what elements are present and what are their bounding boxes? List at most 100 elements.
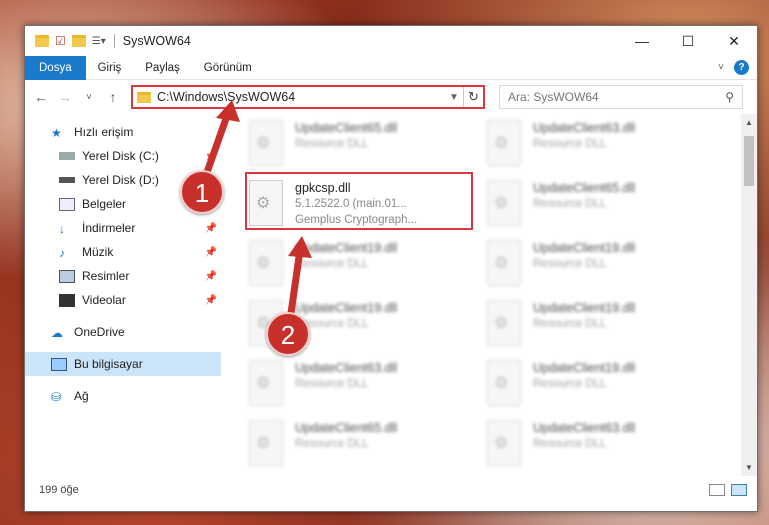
dll-file-icon (487, 300, 521, 346)
pin-icon: 📌 (204, 222, 217, 234)
sidebar-item-label: Resimler (82, 269, 130, 283)
file-name: UpdateClient19.dll (533, 301, 636, 315)
picture-icon (59, 269, 75, 283)
dll-file-icon (487, 180, 521, 226)
sidebar-item-network[interactable]: ⛁ Ağ (25, 384, 221, 408)
file-item[interactable]: UpdateClient63.dll Resource DLL (487, 420, 707, 476)
file-desc: Resource DLL (533, 138, 607, 150)
sidebar-item-label: Bu bilgisayar (74, 357, 143, 371)
recent-locations-button[interactable]: ˅ (79, 92, 99, 103)
file-item[interactable]: UpdateClient19.dll Resource DLL (487, 240, 707, 296)
file-name: UpdateClient19.dll (533, 241, 636, 255)
cloud-icon: ☁ (51, 325, 63, 340)
video-icon (59, 293, 75, 307)
file-item[interactable]: UpdateClient65.dll Resource DLL (487, 180, 707, 236)
dll-file-icon (487, 240, 521, 286)
file-desc: Resource DLL (295, 138, 369, 150)
chevron-down-icon[interactable]: ▼ (445, 92, 463, 103)
quick-access-toolbar: ☑ ☰▾ (35, 34, 106, 48)
search-icon: ⚲ (725, 90, 734, 104)
file-item[interactable]: UpdateClient19.dll Resource DLL (487, 300, 707, 356)
file-item[interactable]: UpdateClient63.dll Resource DLL (249, 360, 469, 416)
maximize-button[interactable]: ☐ (665, 26, 711, 56)
sidebar-item-music[interactable]: ♪ Müzik 📌 (25, 240, 221, 264)
file-item[interactable]: UpdateClient19.dll Resource DLL (487, 360, 707, 416)
sidebar-item-pictures[interactable]: Resimler 📌 (25, 264, 221, 288)
step-2-badge: 2 (266, 312, 310, 356)
sidebar-item-downloads[interactable]: ↓ İndirmeler 📌 (25, 216, 221, 240)
sidebar-item-local-disk-c[interactable]: Yerel Disk (C:) 📌 (25, 144, 221, 168)
sidebar-item-this-pc[interactable]: Bu bilgisayar (25, 352, 221, 376)
pin-icon: 📌 (204, 270, 217, 282)
scroll-down-icon[interactable]: ▼ (741, 463, 757, 472)
file-item[interactable]: UpdateClient65.dll Resource DLL (249, 420, 469, 476)
address-path[interactable]: C:\Windows\SysWOW64 (157, 90, 295, 104)
step-1-badge: 1 (180, 170, 224, 214)
vertical-scrollbar[interactable]: ▲ ▼ (741, 114, 757, 476)
status-bar: 199 öğe (25, 476, 757, 504)
search-input[interactable]: Ara: SysWOW64 ⚲ (499, 85, 743, 109)
sidebar-item-label: Hızlı erişim (74, 125, 134, 139)
tiles-view-icon[interactable] (731, 484, 747, 496)
drive-icon (59, 177, 75, 183)
network-icon: ⛁ (51, 389, 62, 404)
sidebar-item-label: OneDrive (74, 325, 125, 339)
help-icon[interactable]: ? (734, 60, 749, 75)
tab-file[interactable]: Dosya (25, 55, 86, 80)
new-folder-icon[interactable] (71, 35, 86, 47)
file-desc: Resource DLL (295, 438, 369, 450)
file-explorer-window: ☑ ☰▾ SysWOW64 — ☐ ✕ Dosya Giriş Paylaş G… (24, 25, 758, 512)
file-name: UpdateClient65.dll (533, 181, 636, 195)
sidebar-item-label: Müzik (82, 245, 114, 259)
title-bar: ☑ ☰▾ SysWOW64 — ☐ ✕ (25, 26, 757, 56)
minimize-button[interactable]: — (619, 26, 665, 56)
file-name: UpdateClient63.dll (533, 121, 636, 135)
file-item[interactable]: UpdateClient63.dll Resource DLL (487, 120, 707, 176)
dll-file-icon (249, 120, 283, 166)
document-icon (59, 197, 75, 211)
file-item[interactable]: UpdateClient19.dll Resource DLL (249, 240, 469, 296)
dll-file-icon (249, 420, 283, 466)
close-button[interactable]: ✕ (711, 26, 757, 56)
navigation-pane: ★ Hızlı erişim Yerel Disk (C:) 📌 Yerel D… (25, 114, 221, 476)
file-list: UpdateClient65.dll Resource DLL UpdateCli… (221, 114, 741, 476)
dll-file-icon (249, 240, 283, 286)
file-name: UpdateClient65.dll (295, 121, 398, 135)
sidebar-item-label: Yerel Disk (C:) (82, 149, 159, 163)
file-desc: Resource DLL (295, 258, 369, 270)
pin-icon: 📌 (204, 150, 217, 162)
tab-home[interactable]: Giriş (86, 56, 134, 80)
sidebar-item-label: İndirmeler (82, 221, 136, 235)
sidebar-item-label: Videolar (82, 293, 126, 307)
back-button[interactable]: ← (31, 89, 51, 105)
music-icon: ♪ (59, 245, 65, 260)
sidebar-item-onedrive[interactable]: ☁ OneDrive (25, 320, 221, 344)
sidebar-item-label: Ağ (74, 389, 89, 403)
customize-toolbar-icon[interactable]: ☰▾ (92, 36, 106, 47)
pin-icon: 📌 (204, 294, 217, 306)
star-icon: ★ (51, 125, 62, 140)
file-item[interactable]: UpdateClient65.dll Resource DLL (249, 120, 469, 176)
up-button[interactable]: ↑ (103, 89, 123, 105)
refresh-button[interactable]: ↻ (463, 87, 483, 107)
file-desc: Resource DLL (533, 378, 607, 390)
file-name: UpdateClient63.dll (295, 361, 398, 375)
scroll-up-icon[interactable]: ▲ (741, 118, 757, 127)
search-placeholder: Ara: SysWOW64 (508, 90, 599, 104)
tab-share[interactable]: Paylaş (133, 56, 192, 80)
sidebar-item-quick-access[interactable]: ★ Hızlı erişim (25, 120, 221, 144)
ribbon-tabs: Dosya Giriş Paylaş Görünüm ˅ ? (25, 55, 757, 80)
window-title: SysWOW64 (113, 34, 191, 48)
scrollbar-thumb[interactable] (744, 136, 754, 186)
details-view-icon[interactable] (709, 484, 725, 496)
sidebar-item-label: Yerel Disk (D:) (82, 173, 159, 187)
properties-icon[interactable]: ☑ (55, 34, 66, 48)
forward-button[interactable]: → (55, 89, 75, 105)
sidebar-item-videos[interactable]: Videolar 📌 (25, 288, 221, 312)
address-bar[interactable]: C:\Windows\SysWOW64 ▼ ↻ (131, 85, 485, 109)
file-desc: Resource DLL (533, 438, 607, 450)
pin-icon: 📌 (204, 246, 217, 258)
expand-ribbon-icon[interactable]: ˅ (718, 62, 724, 73)
tab-view[interactable]: Görünüm (192, 56, 264, 80)
file-name: UpdateClient63.dll (533, 421, 636, 435)
